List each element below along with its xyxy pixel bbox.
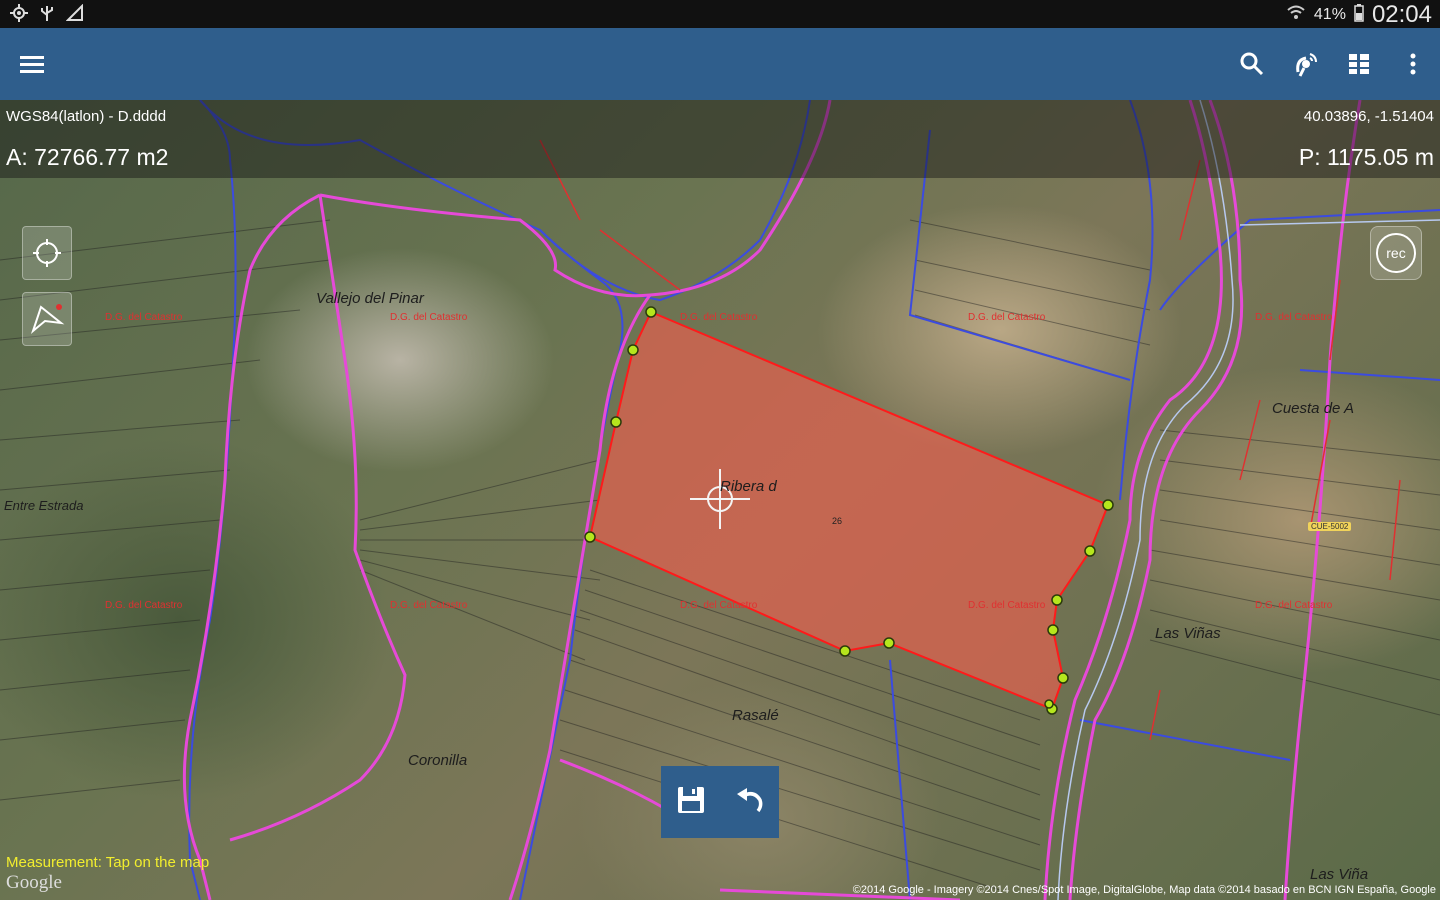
locate-button[interactable]	[22, 226, 72, 280]
road-sign: CUE-5002	[1308, 522, 1352, 531]
record-button[interactable]: rec	[1370, 226, 1422, 280]
cadastre-label: D.G. del Catastro	[968, 312, 1046, 323]
save-button[interactable]	[671, 782, 711, 822]
place-label: Las Viña	[1310, 866, 1369, 883]
crosshair-target-icon	[31, 237, 63, 274]
cadastre-label: D.G. del Catastro	[105, 600, 183, 611]
cadastre-label: D.G. del Catastro	[680, 600, 758, 611]
status-left-icons	[10, 3, 84, 22]
google-logo: Google	[6, 872, 62, 893]
battery-percent: 41%	[1313, 6, 1346, 23]
perimeter-readout: P: 1175.05 m	[1298, 144, 1434, 170]
cadastre-label: D.G. del Catastro	[680, 312, 758, 323]
status-bar: 41% 02:04	[0, 0, 1440, 28]
place-label: Ribera d	[720, 478, 777, 495]
undo-button[interactable]	[730, 782, 770, 822]
cadastre-label: D.G. del Catastro	[390, 600, 468, 611]
place-label: Rasalé	[732, 707, 779, 724]
status-right: 41% 02:04	[1286, 1, 1432, 29]
rec-label: rec	[1376, 233, 1416, 273]
coordinate-system: WGS84(latlon) - D.dddd	[6, 108, 167, 125]
place-label: Cuesta de A	[1272, 400, 1354, 417]
clock: 02:04	[1371, 1, 1432, 28]
usb-icon	[38, 4, 56, 22]
cadastre-label: D.G. del Catastro	[390, 312, 468, 323]
cursor-coordinates: 40.03896, -1.51404	[1303, 108, 1434, 125]
wifi-icon	[1286, 4, 1306, 27]
location-icon	[10, 4, 28, 22]
parcel-number: 26	[832, 516, 843, 526]
cadastre-label: D.G. del Catastro	[1255, 312, 1333, 323]
overflow-menu-icon[interactable]	[1397, 48, 1429, 80]
search-icon[interactable]	[1236, 48, 1268, 80]
cadastre-label: D.G. del Catastro	[968, 600, 1046, 611]
save-floppy-icon	[675, 784, 707, 821]
battery-icon	[1354, 3, 1364, 27]
layers-grid-icon[interactable]	[1343, 48, 1375, 80]
app-bar	[0, 28, 1440, 100]
area-readout: A: 72766.77 m2	[6, 144, 169, 170]
gps-antenna-icon[interactable]	[1290, 48, 1322, 80]
measurement-toolbar	[661, 766, 779, 838]
map-attribution: ©2014 Google - Imagery ©2014 Cnes/Spot I…	[852, 884, 1436, 896]
menu-icon[interactable]	[16, 48, 48, 80]
cadastre-label: D.G. del Catastro	[105, 312, 183, 323]
measurement-hint: Measurement: Tap on the map	[6, 854, 210, 871]
undo-arrow-icon	[734, 784, 766, 821]
place-label: Vallejo del Pinar	[316, 290, 424, 307]
compass-arrow-icon	[29, 301, 65, 342]
place-label: Entre Estrada	[4, 498, 84, 513]
compass-button[interactable]	[22, 292, 72, 346]
place-label: Las Viñas	[1155, 625, 1221, 642]
place-label: Coronilla	[408, 752, 468, 769]
signal-search-icon	[65, 3, 84, 22]
cadastre-label: D.G. del Catastro	[1255, 600, 1333, 611]
measurement-info-bar: WGS84(latlon) - D.dddd 40.03896, -1.5140…	[0, 100, 1440, 178]
